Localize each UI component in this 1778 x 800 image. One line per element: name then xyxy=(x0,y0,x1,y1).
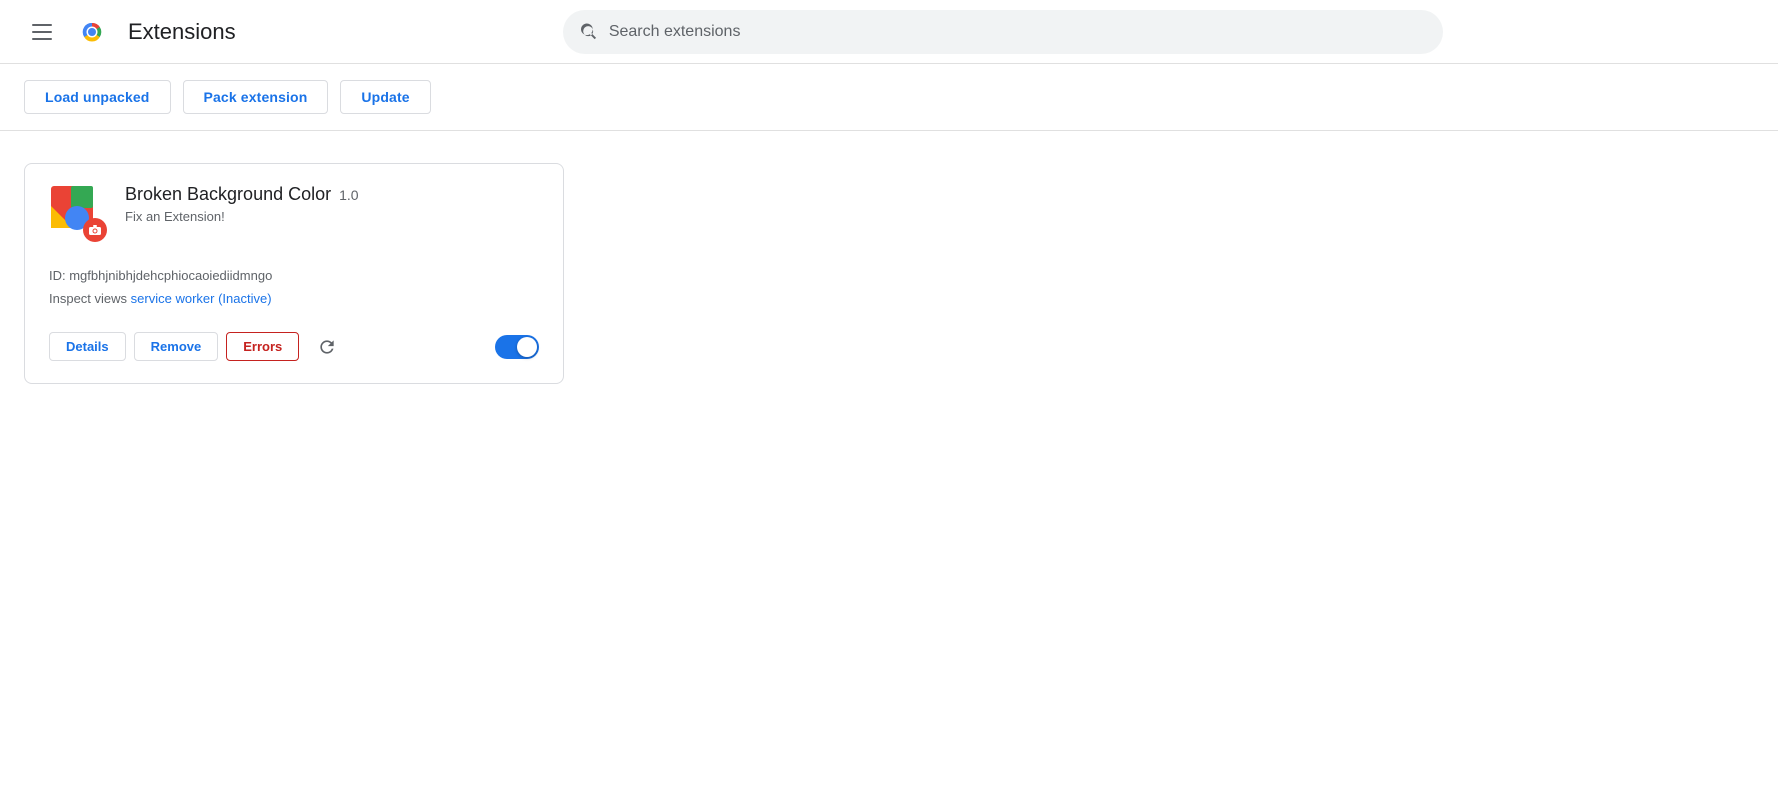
extension-card: Broken Background Color 1.0 Fix an Exten… xyxy=(24,163,564,384)
extension-version: 1.0 xyxy=(339,187,358,203)
app-header: Extensions xyxy=(0,0,1778,64)
card-info: Broken Background Color 1.0 Fix an Exten… xyxy=(125,184,539,224)
search-input[interactable] xyxy=(609,23,1427,41)
pack-extension-button[interactable]: Pack extension xyxy=(183,80,329,114)
page-title: Extensions xyxy=(128,19,236,45)
details-button[interactable]: Details xyxy=(49,332,126,361)
toggle-thumb xyxy=(517,337,537,357)
extension-id: ID: mgfbhjnibhjdehcphiocaoiediidmngo xyxy=(49,264,539,287)
extension-icon xyxy=(49,184,109,244)
enable-toggle[interactable] xyxy=(495,335,539,359)
remove-button[interactable]: Remove xyxy=(134,332,219,361)
reload-icon xyxy=(317,337,337,357)
extension-inspect: Inspect views service worker (Inactive) xyxy=(49,287,539,310)
toolbar: Load unpacked Pack extension Update xyxy=(0,64,1778,131)
service-worker-link[interactable]: service worker (Inactive) xyxy=(131,291,272,306)
search-bar xyxy=(563,10,1443,54)
hamburger-menu-icon[interactable] xyxy=(24,16,60,48)
chrome-logo-icon xyxy=(76,16,108,48)
reload-button[interactable] xyxy=(311,331,343,363)
toggle-track xyxy=(495,335,539,359)
card-header: Broken Background Color 1.0 Fix an Exten… xyxy=(49,184,539,244)
header-left: Extensions xyxy=(24,16,236,48)
toggle-container xyxy=(495,335,539,359)
main-content: Broken Background Color 1.0 Fix an Exten… xyxy=(0,131,1778,416)
errors-button[interactable]: Errors xyxy=(226,332,299,361)
card-footer: Details Remove Errors xyxy=(49,331,539,363)
card-details: ID: mgfbhjnibhjdehcphiocaoiediidmngo Ins… xyxy=(49,264,539,311)
search-icon xyxy=(579,22,599,42)
ext-name-row: Broken Background Color 1.0 xyxy=(125,184,539,205)
extension-description: Fix an Extension! xyxy=(125,209,539,224)
update-button[interactable]: Update xyxy=(340,80,430,114)
load-unpacked-button[interactable]: Load unpacked xyxy=(24,80,171,114)
inspect-label: Inspect views xyxy=(49,291,127,306)
extension-name: Broken Background Color xyxy=(125,184,331,205)
